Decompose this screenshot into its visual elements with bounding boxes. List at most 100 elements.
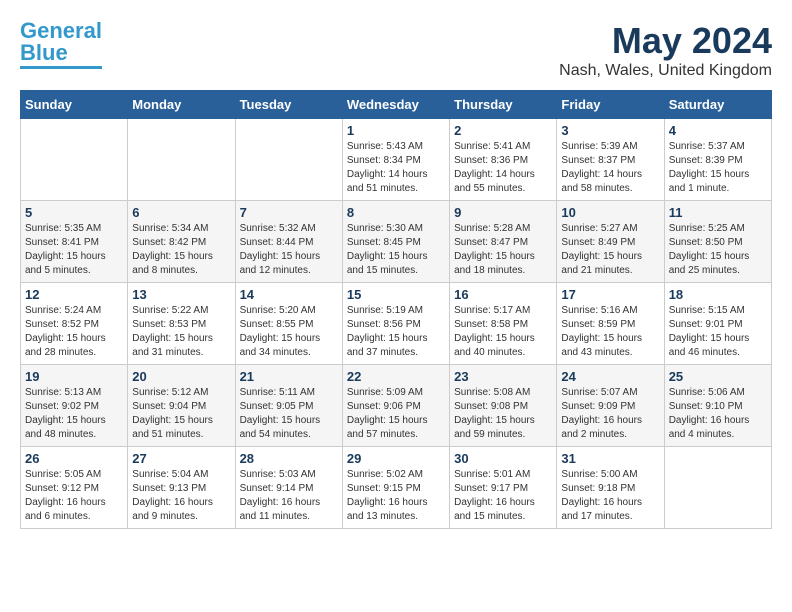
day-number: 23 [454,369,552,384]
calendar-cell: 10 Sunrise: 5:27 AM Sunset: 8:49 PM Dayli… [557,201,664,283]
calendar-cell [235,119,342,201]
day-number: 31 [561,451,659,466]
day-number: 19 [25,369,123,384]
calendar-cell: 29 Sunrise: 5:02 AM Sunset: 9:15 PM Dayli… [342,447,449,529]
page-header: General Blue May 2024 Nash, Wales, Unite… [20,20,772,80]
day-number: 14 [240,287,338,302]
day-number: 26 [25,451,123,466]
calendar-cell: 13Sunrise: 5:22 AM Sunset: 8:53 PM Dayli… [128,283,235,365]
calendar-cell [21,119,128,201]
week-row-3: 12 Sunrise: 5:24 AM Sunset: 8:52 PM Dayli… [21,283,772,365]
day-info: Sunrise: 5:35 AM Sunset: 8:41 PM Dayligh… [25,222,123,278]
weekday-header-friday: Friday [557,91,664,119]
day-info: Sunrise: 5:27 AM Sunset: 8:49 PM Dayligh… [561,222,659,278]
weekday-header-row: SundayMondayTuesdayWednesdayThursdayFrid… [21,91,772,119]
week-row-2: 5Sunrise: 5:35 AM Sunset: 8:41 PM Daylig… [21,201,772,283]
day-info: Sunrise: 5:20 AM Sunset: 8:55 PM Dayligh… [240,304,338,360]
day-info: Sunrise: 5:41 AM Sunset: 8:36 PM Dayligh… [454,140,552,196]
day-number: 1 [347,123,445,138]
day-info: Sunrise: 5:13 AM Sunset: 9:02 PM Dayligh… [25,386,123,442]
calendar-cell: 5Sunrise: 5:35 AM Sunset: 8:41 PM Daylig… [21,201,128,283]
day-info: Sunrise: 5:34 AM Sunset: 8:42 PM Dayligh… [132,222,230,278]
day-number: 7 [240,205,338,220]
day-info: Sunrise: 5:03 AM Sunset: 9:14 PM Dayligh… [240,468,338,524]
calendar-cell: 24 Sunrise: 5:07 AM Sunset: 9:09 PM Dayli… [557,365,664,447]
week-row-4: 19 Sunrise: 5:13 AM Sunset: 9:02 PM Dayli… [21,365,772,447]
day-number: 18 [669,287,767,302]
day-info: Sunrise: 5:25 AM Sunset: 8:50 PM Dayligh… [669,222,767,278]
day-number: 8 [347,205,445,220]
day-number: 16 [454,287,552,302]
day-number: 22 [347,369,445,384]
calendar-cell: 17Sunrise: 5:16 AM Sunset: 8:59 PM Dayli… [557,283,664,365]
day-info: Sunrise: 5:19 AM Sunset: 8:56 PM Dayligh… [347,304,445,360]
day-number: 30 [454,451,552,466]
day-info: Sunrise: 5:24 AM Sunset: 8:52 PM Dayligh… [25,304,123,360]
calendar-cell: 11 Sunrise: 5:25 AM Sunset: 8:50 PM Dayli… [664,201,771,283]
day-number: 6 [132,205,230,220]
day-info: Sunrise: 5:04 AM Sunset: 9:13 PM Dayligh… [132,468,230,524]
calendar-cell: 20 Sunrise: 5:12 AM Sunset: 9:04 PM Dayli… [128,365,235,447]
day-info: Sunrise: 5:28 AM Sunset: 8:47 PM Dayligh… [454,222,552,278]
weekday-header-monday: Monday [128,91,235,119]
weekday-header-tuesday: Tuesday [235,91,342,119]
day-info: Sunrise: 5:32 AM Sunset: 8:44 PM Dayligh… [240,222,338,278]
day-number: 17 [561,287,659,302]
day-number: 2 [454,123,552,138]
calendar-cell: 31Sunrise: 5:00 AM Sunset: 9:18 PM Dayli… [557,447,664,529]
calendar-cell: 30Sunrise: 5:01 AM Sunset: 9:17 PM Dayli… [450,447,557,529]
day-info: Sunrise: 5:43 AM Sunset: 8:34 PM Dayligh… [347,140,445,196]
day-info: Sunrise: 5:17 AM Sunset: 8:58 PM Dayligh… [454,304,552,360]
day-number: 25 [669,369,767,384]
calendar-cell: 8 Sunrise: 5:30 AM Sunset: 8:45 PM Daylig… [342,201,449,283]
calendar-cell: 27Sunrise: 5:04 AM Sunset: 9:13 PM Dayli… [128,447,235,529]
calendar-cell: 26Sunrise: 5:05 AM Sunset: 9:12 PM Dayli… [21,447,128,529]
day-number: 24 [561,369,659,384]
day-number: 13 [132,287,230,302]
calendar-cell: 14 Sunrise: 5:20 AM Sunset: 8:55 PM Dayli… [235,283,342,365]
logo-underline [20,66,102,69]
calendar-cell: 16 Sunrise: 5:17 AM Sunset: 8:58 PM Dayli… [450,283,557,365]
day-info: Sunrise: 5:12 AM Sunset: 9:04 PM Dayligh… [132,386,230,442]
calendar-cell: 19 Sunrise: 5:13 AM Sunset: 9:02 PM Dayli… [21,365,128,447]
weekday-header-thursday: Thursday [450,91,557,119]
day-number: 11 [669,205,767,220]
logo-blue: Blue [20,40,68,65]
location: Nash, Wales, United Kingdom [559,62,772,80]
month-year: May 2024 [559,20,772,62]
day-number: 3 [561,123,659,138]
calendar-cell: 25 Sunrise: 5:06 AM Sunset: 9:10 PM Dayli… [664,365,771,447]
day-info: Sunrise: 5:30 AM Sunset: 8:45 PM Dayligh… [347,222,445,278]
calendar-cell [664,447,771,529]
day-number: 4 [669,123,767,138]
day-number: 9 [454,205,552,220]
day-info: Sunrise: 5:11 AM Sunset: 9:05 PM Dayligh… [240,386,338,442]
logo-text: General Blue [20,20,102,64]
calendar-cell: 21 Sunrise: 5:11 AM Sunset: 9:05 PM Dayli… [235,365,342,447]
calendar-cell: 4Sunrise: 5:37 AM Sunset: 8:39 PM Daylig… [664,119,771,201]
calendar-cell: 18Sunrise: 5:15 AM Sunset: 9:01 PM Dayli… [664,283,771,365]
weekday-header-sunday: Sunday [21,91,128,119]
day-info: Sunrise: 5:02 AM Sunset: 9:15 PM Dayligh… [347,468,445,524]
day-info: Sunrise: 5:09 AM Sunset: 9:06 PM Dayligh… [347,386,445,442]
day-number: 21 [240,369,338,384]
calendar-cell: 7 Sunrise: 5:32 AM Sunset: 8:44 PM Daylig… [235,201,342,283]
week-row-1: 1 Sunrise: 5:43 AM Sunset: 8:34 PM Daylig… [21,119,772,201]
day-info: Sunrise: 5:07 AM Sunset: 9:09 PM Dayligh… [561,386,659,442]
calendar-cell: 23 Sunrise: 5:08 AM Sunset: 9:08 PM Dayli… [450,365,557,447]
day-number: 10 [561,205,659,220]
day-number: 20 [132,369,230,384]
logo: General Blue [20,20,102,69]
day-number: 29 [347,451,445,466]
weekday-header-wednesday: Wednesday [342,91,449,119]
calendar-cell: 15 Sunrise: 5:19 AM Sunset: 8:56 PM Dayli… [342,283,449,365]
title-block: May 2024 Nash, Wales, United Kingdom [559,20,772,80]
day-info: Sunrise: 5:06 AM Sunset: 9:10 PM Dayligh… [669,386,767,442]
day-number: 12 [25,287,123,302]
day-info: Sunrise: 5:08 AM Sunset: 9:08 PM Dayligh… [454,386,552,442]
calendar-cell: 2 Sunrise: 5:41 AM Sunset: 8:36 PM Daylig… [450,119,557,201]
weekday-header-saturday: Saturday [664,91,771,119]
calendar-cell: 28Sunrise: 5:03 AM Sunset: 9:14 PM Dayli… [235,447,342,529]
day-number: 15 [347,287,445,302]
day-info: Sunrise: 5:39 AM Sunset: 8:37 PM Dayligh… [561,140,659,196]
